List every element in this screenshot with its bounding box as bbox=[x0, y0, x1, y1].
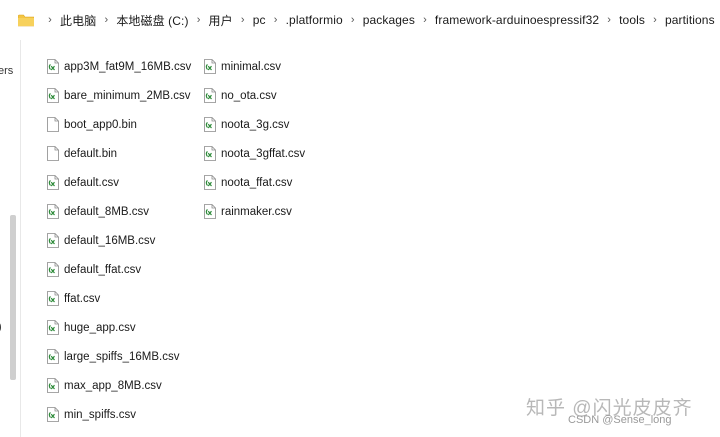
csv-file-icon bbox=[204, 59, 216, 74]
csv-file-icon bbox=[204, 204, 216, 219]
file-item[interactable]: default_8MB.csv bbox=[47, 197, 191, 226]
folder-icon bbox=[18, 14, 34, 27]
file-name: default.csv bbox=[64, 176, 119, 189]
bin-file-icon bbox=[47, 146, 59, 161]
file-item[interactable]: minimal.csv bbox=[204, 52, 305, 81]
csv-file-icon bbox=[47, 291, 59, 306]
file-name: default_ffat.csv bbox=[64, 263, 142, 276]
file-name: no_ota.csv bbox=[221, 89, 277, 102]
nav-item-fragment[interactable]: ers bbox=[0, 65, 13, 77]
breadcrumb-local-disk[interactable]: 本地磁盘 (C:) bbox=[116, 12, 188, 29]
file-item[interactable]: default_16MB.csv bbox=[47, 226, 191, 255]
file-item[interactable]: no_ota.csv bbox=[204, 81, 305, 110]
breadcrumb-users[interactable]: 用户 bbox=[209, 12, 233, 29]
file-item[interactable]: huge_app.csv bbox=[47, 313, 191, 342]
csv-file-icon bbox=[47, 349, 59, 364]
file-item[interactable]: max_app_8MB.csv bbox=[47, 371, 191, 400]
breadcrumb-this-pc[interactable]: 此电脑 bbox=[60, 12, 96, 29]
csv-file-icon bbox=[204, 88, 216, 103]
csv-file-icon bbox=[204, 146, 216, 161]
nav-scrollbar[interactable] bbox=[10, 215, 16, 380]
breadcrumb-partitions[interactable]: partitions bbox=[665, 13, 715, 27]
address-bar[interactable]: › 此电脑 › 本地磁盘 (C:) › 用户 › pc › .platformi… bbox=[0, 0, 720, 40]
file-column-1: app3M_fat9M_16MB.csv bare_minimum_2MB.csv… bbox=[47, 52, 191, 429]
chevron-right-icon[interactable]: › bbox=[645, 14, 665, 26]
file-name: min_spiffs.csv bbox=[64, 408, 137, 421]
file-item[interactable]: noota_3gffat.csv bbox=[204, 139, 305, 168]
csv-file-icon bbox=[47, 262, 59, 277]
chevron-right-icon[interactable]: › bbox=[96, 14, 116, 26]
file-item[interactable]: default.csv bbox=[47, 168, 191, 197]
nav-item-fragment[interactable]: ) bbox=[0, 321, 2, 333]
file-item[interactable]: boot_app0.bin bbox=[47, 110, 191, 139]
file-name: noota_3gffat.csv bbox=[221, 147, 306, 160]
file-name: noota_ffat.csv bbox=[221, 176, 293, 189]
csv-file-icon bbox=[47, 320, 59, 335]
file-name: default_8MB.csv bbox=[64, 205, 150, 218]
csv-file-icon bbox=[47, 175, 59, 190]
file-name: max_app_8MB.csv bbox=[64, 379, 162, 392]
file-name: noota_3g.csv bbox=[221, 118, 290, 131]
csv-file-icon bbox=[47, 88, 59, 103]
file-name: large_spiffs_16MB.csv bbox=[64, 350, 180, 363]
file-name: default.bin bbox=[64, 147, 118, 160]
breadcrumb-tools[interactable]: tools bbox=[619, 13, 645, 27]
chevron-right-icon[interactable]: › bbox=[266, 14, 286, 26]
csv-file-icon bbox=[47, 204, 59, 219]
csv-file-icon bbox=[204, 117, 216, 132]
file-item[interactable]: default.bin bbox=[47, 139, 191, 168]
file-column-2: minimal.csv no_ota.csv noota_3g.csv noota_3… bbox=[204, 52, 305, 226]
file-item[interactable]: ffat.csv bbox=[47, 284, 191, 313]
breadcrumb-packages[interactable]: packages bbox=[363, 13, 415, 27]
csv-file-icon bbox=[47, 378, 59, 393]
chevron-right-icon[interactable]: › bbox=[189, 14, 209, 26]
file-item[interactable]: min_spiffs.csv bbox=[47, 400, 191, 429]
file-item[interactable]: app3M_fat9M_16MB.csv bbox=[47, 52, 191, 81]
chevron-right-icon[interactable]: › bbox=[233, 14, 253, 26]
file-name: ffat.csv bbox=[64, 292, 101, 305]
csv-file-icon bbox=[47, 59, 59, 74]
file-item[interactable]: large_spiffs_16MB.csv bbox=[47, 342, 191, 371]
file-name: minimal.csv bbox=[221, 60, 282, 73]
file-name: boot_app0.bin bbox=[64, 118, 137, 131]
file-item[interactable]: noota_3g.csv bbox=[204, 110, 305, 139]
chevron-right-icon[interactable]: › bbox=[415, 14, 435, 26]
navigation-pane[interactable]: ers ) bbox=[0, 40, 21, 437]
file-name: huge_app.csv bbox=[64, 321, 136, 334]
file-name: app3M_fat9M_16MB.csv bbox=[64, 60, 192, 73]
bin-file-icon bbox=[47, 117, 59, 132]
file-name: bare_minimum_2MB.csv bbox=[64, 89, 191, 102]
file-name: rainmaker.csv bbox=[221, 205, 292, 218]
file-item[interactable]: default_ffat.csv bbox=[47, 255, 191, 284]
breadcrumb-framework[interactable]: framework-arduinoespressif32 bbox=[435, 13, 599, 27]
csv-file-icon bbox=[47, 407, 59, 422]
file-item[interactable]: bare_minimum_2MB.csv bbox=[47, 81, 191, 110]
csv-file-icon bbox=[204, 175, 216, 190]
breadcrumb-pc[interactable]: pc bbox=[253, 13, 266, 27]
file-item[interactable]: rainmaker.csv bbox=[204, 197, 305, 226]
file-name: default_16MB.csv bbox=[64, 234, 156, 247]
watermark-csdn: CSDN @Sense_long bbox=[568, 414, 672, 426]
chevron-right-icon[interactable]: › bbox=[40, 14, 60, 26]
breadcrumb-platformio[interactable]: .platformio bbox=[286, 13, 343, 27]
chevron-right-icon[interactable]: › bbox=[599, 14, 619, 26]
chevron-right-icon[interactable]: › bbox=[343, 14, 363, 26]
file-item[interactable]: noota_ffat.csv bbox=[204, 168, 305, 197]
csv-file-icon bbox=[47, 233, 59, 248]
